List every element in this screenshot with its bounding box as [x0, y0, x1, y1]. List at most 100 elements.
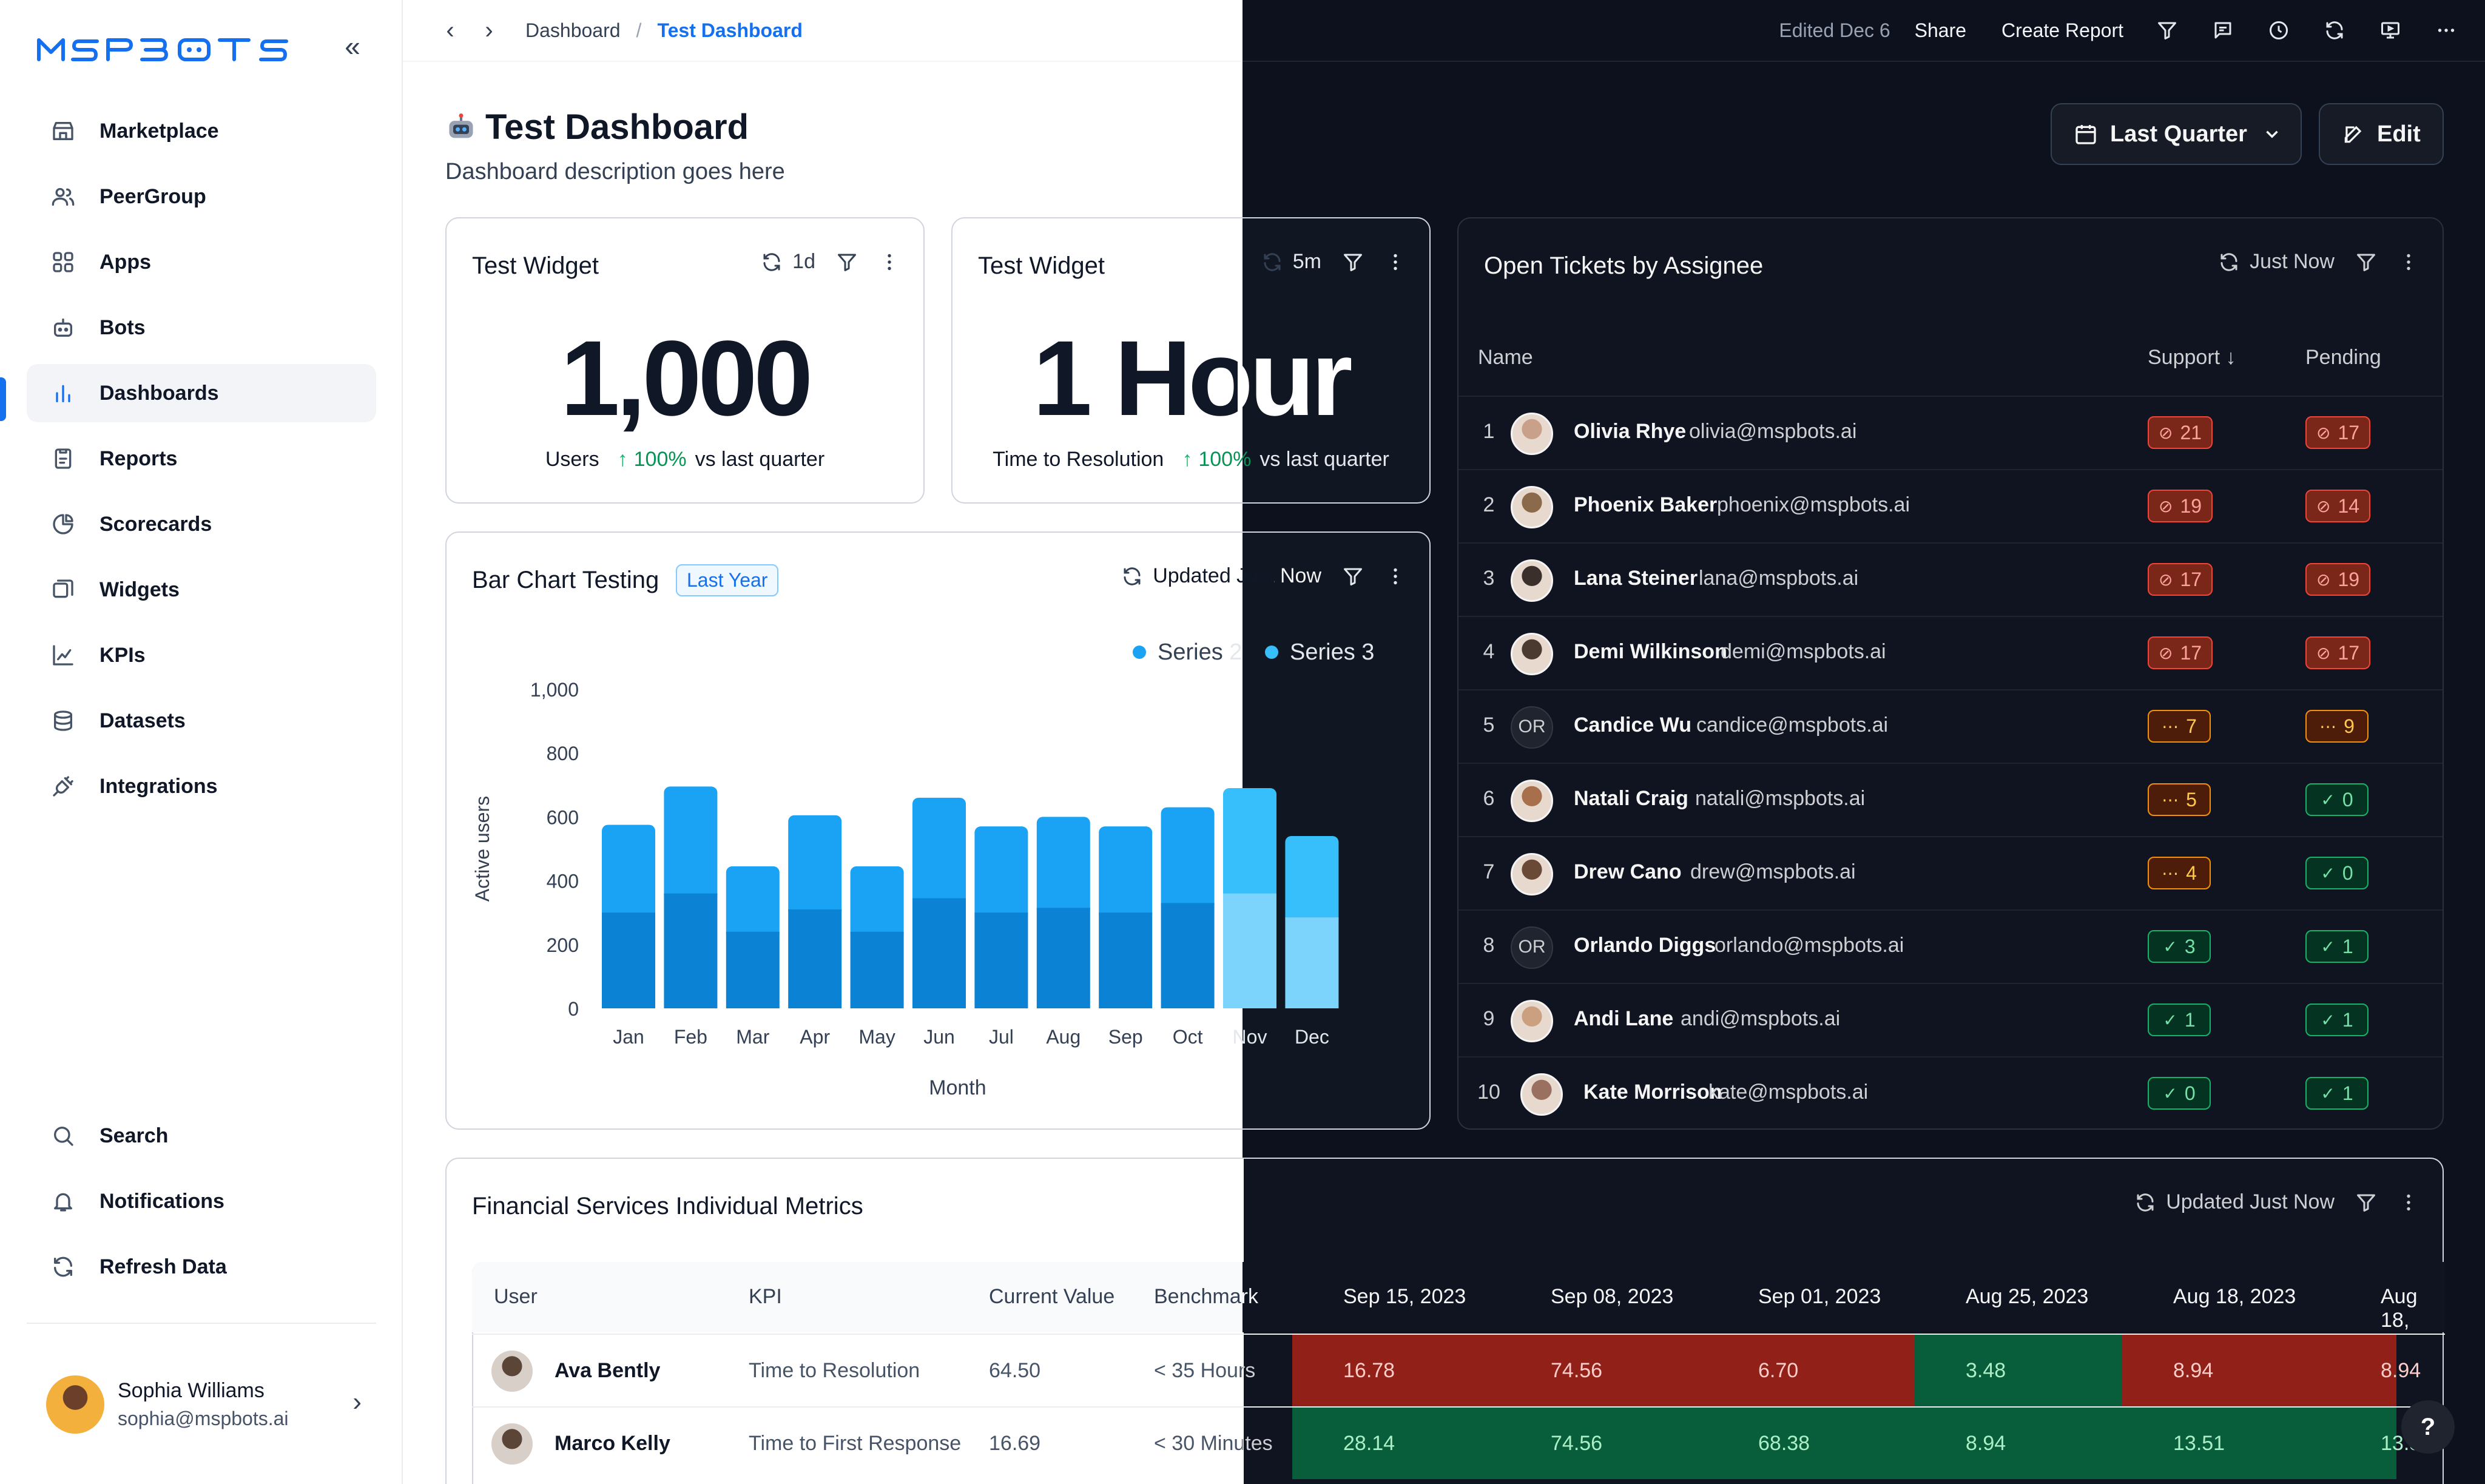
sidebar-item-dashboards[interactable]: Dashboards	[27, 364, 376, 422]
bar-jan-series-2	[602, 825, 655, 920]
present-icon[interactable]	[2376, 16, 2405, 45]
more-options-icon[interactable]	[1384, 251, 1406, 273]
sidebar-item-widgets[interactable]: Widgets	[27, 561, 376, 619]
sidebar-item-scorecards[interactable]: Scorecards	[27, 495, 376, 553]
filter-icon[interactable]	[836, 251, 858, 273]
kpi-comparison-label: vs last quarter	[695, 448, 825, 471]
column-header[interactable]: Sep 15, 2023	[1343, 1285, 1466, 1309]
filter-icon[interactable]	[2355, 1192, 2377, 1213]
column-header[interactable]: KPI	[749, 1285, 782, 1309]
forward-arrow-icon[interactable]: ›	[476, 17, 502, 44]
kpi-value: 1,000	[560, 319, 813, 438]
more-options-icon[interactable]	[878, 251, 900, 273]
sidebar-item-label: Search	[99, 1124, 169, 1147]
table-row[interactable]: 7 Drew Cano drew@mspbots.ai ⋯ 4 ✓ 0	[1458, 836, 2443, 909]
bar-nov-series-1	[1223, 893, 1276, 1008]
create-report-button[interactable]: Create Report	[2001, 19, 2123, 42]
metric-cell-green	[1707, 1408, 1915, 1479]
bar-oct-series-1	[1161, 903, 1215, 1008]
mspbots-logo[interactable]	[36, 35, 315, 64]
sidebar-item-reports[interactable]: Reports	[27, 430, 376, 488]
column-header[interactable]: Sep 08, 2023	[1551, 1285, 1673, 1309]
user-profile[interactable]: Sophia Williams sophia@mspbots.ai ›	[46, 1371, 362, 1438]
comment-icon[interactable]	[2208, 16, 2237, 45]
sidebar-item-peergroup[interactable]: PeerGroup	[27, 167, 376, 226]
refresh-button[interactable]: Just Now	[2218, 250, 2335, 274]
refresh-button[interactable]: Updated Just Now	[2134, 1190, 2335, 1214]
support-count: 17	[2180, 641, 2202, 664]
status-icon: ⊘	[2316, 423, 2331, 442]
column-header[interactable]: Benchmark	[1154, 1285, 1258, 1309]
refresh-icon	[2137, 1193, 2154, 1212]
collapse-sidebar-button[interactable]: «	[339, 32, 366, 62]
support-count-badge: ⋯ 5	[2148, 783, 2211, 816]
filter-icon[interactable]	[2355, 251, 2377, 273]
row-number: 2	[1483, 493, 1495, 516]
share-button[interactable]: Share	[1915, 19, 1966, 42]
column-header[interactable]: Aug 25, 2023	[1966, 1285, 2088, 1309]
column-header[interactable]: Sep 01, 2023	[1758, 1285, 1881, 1309]
sidebar-item-apps[interactable]: Apps	[27, 233, 376, 291]
support-count: 5	[2186, 788, 2197, 811]
table-row[interactable]: 10 Kate Morrison kate@mspbots.ai ✓ 0 ✓ 1	[1458, 1056, 2443, 1129]
table-row[interactable]: 5 OR Candice Wu candice@mspbots.ai ⋯ 7 ⋯ 9	[1458, 689, 2443, 762]
sidebar-item-search[interactable]: Search	[27, 1107, 376, 1165]
column-header[interactable]: Aug 18,	[2381, 1285, 2445, 1332]
refresh-interval-button[interactable]: 5m	[1261, 250, 1321, 274]
column-support[interactable]: Support ↓	[2148, 346, 2236, 369]
sidebar-item-datasets[interactable]: Datasets	[27, 692, 376, 750]
refresh-interval-button[interactable]: 1d	[761, 250, 815, 274]
open-tickets-widget: Open Tickets by Assignee Just Now Name S…	[1457, 217, 2444, 1130]
avatar	[1511, 1000, 1553, 1042]
column-pending[interactable]: Pending	[2305, 346, 2381, 369]
bar-jul-series-2	[974, 826, 1028, 920]
breadcrumb-current[interactable]: Test Dashboard	[657, 19, 802, 42]
table-row[interactable]: Marco Kelly Time to First Response 16.69 < …	[472, 1406, 2445, 1479]
sidebar-item-bots[interactable]: Bots	[27, 298, 376, 357]
calendar-icon	[2075, 125, 2096, 144]
benchmark: < 30 Minutes	[1154, 1432, 1273, 1455]
pending-count: 0	[2342, 862, 2353, 884]
y-tick-label: 0	[568, 998, 579, 1020]
table-row[interactable]: 2 Phoenix Baker phoenix@mspbots.ai ⊘ 19 ⊘ 14	[1458, 469, 2443, 542]
status-icon: ✓	[2321, 937, 2335, 956]
assignee-email: candice@mspbots.ai	[1696, 713, 1889, 737]
help-button[interactable]: ?	[2401, 1400, 2455, 1454]
sidebar-item-integrations[interactable]: Integrations	[27, 757, 376, 815]
assignee-email: phoenix@mspbots.ai	[1717, 493, 1910, 516]
table-row[interactable]: 9 Andi Lane andi@mspbots.ai ✓ 1 ✓ 1	[1458, 983, 2443, 1056]
column-name[interactable]: Name	[1478, 346, 1533, 369]
filter-icon[interactable]	[1342, 251, 1364, 273]
y-axis-label: Active users	[471, 796, 493, 902]
more-options-icon[interactable]	[2432, 16, 2461, 45]
table-row[interactable]: 6 Natali Craig natali@mspbots.ai ⋯ 5 ✓ 0	[1458, 763, 2443, 835]
sidebar-item-kpis[interactable]: KPIs	[27, 626, 376, 684]
clock-icon[interactable]	[2264, 16, 2293, 45]
chevron-right-icon[interactable]: ›	[352, 1387, 362, 1417]
refresh-icon[interactable]	[2320, 16, 2349, 45]
sidebar-item-refresh-data[interactable]: Refresh Data	[27, 1238, 376, 1296]
table-row[interactable]: Ava Bently Time to Resolution 64.50 < 35 Ho…	[472, 1334, 2445, 1406]
edit-button[interactable]: Edit	[2319, 103, 2444, 165]
back-arrow-icon[interactable]: ‹	[437, 17, 464, 44]
column-header[interactable]: Aug 18, 2023	[2173, 1285, 2296, 1309]
sidebar-item-notifications[interactable]: Notifications	[27, 1172, 376, 1230]
assignee-email: lana@mspbots.ai	[1699, 567, 1859, 590]
table-row[interactable]: 8 OR Orlando Diggs orlando@mspbots.ai ✓ 3 ✓ 1	[1458, 909, 2443, 982]
date-range-select[interactable]: Last Quarter	[2051, 103, 2302, 165]
x-tick-label: Aug	[1046, 1026, 1081, 1048]
more-options-icon[interactable]	[2398, 251, 2419, 273]
column-header[interactable]: Current Value	[989, 1285, 1114, 1309]
sidebar-item-label: Widgets	[99, 578, 180, 601]
metric-value: 6.70	[1758, 1359, 1799, 1382]
filter-icon[interactable]	[2153, 16, 2182, 45]
breadcrumb-dashboard[interactable]: Dashboard	[525, 19, 621, 42]
more-options-icon[interactable]	[2398, 1192, 2419, 1213]
table-row[interactable]: 3 Lana Steiner lana@mspbots.ai ⊘ 17 ⊘ 19	[1458, 542, 2443, 615]
column-header[interactable]: User	[494, 1285, 538, 1309]
table-row[interactable]: 1 Olivia Rhye olivia@mspbots.ai ⊘ 21 ⊘ 17	[1458, 396, 2443, 468]
table-row[interactable]: 4 Demi Wilkinson demi@mspbots.ai ⊘ 17 ⊘ 17	[1458, 616, 2443, 689]
bar-jun-series-2	[912, 797, 966, 906]
assignee-email: andi@mspbots.ai	[1681, 1007, 1841, 1030]
sidebar-item-marketplace[interactable]: Marketplace	[27, 102, 376, 160]
